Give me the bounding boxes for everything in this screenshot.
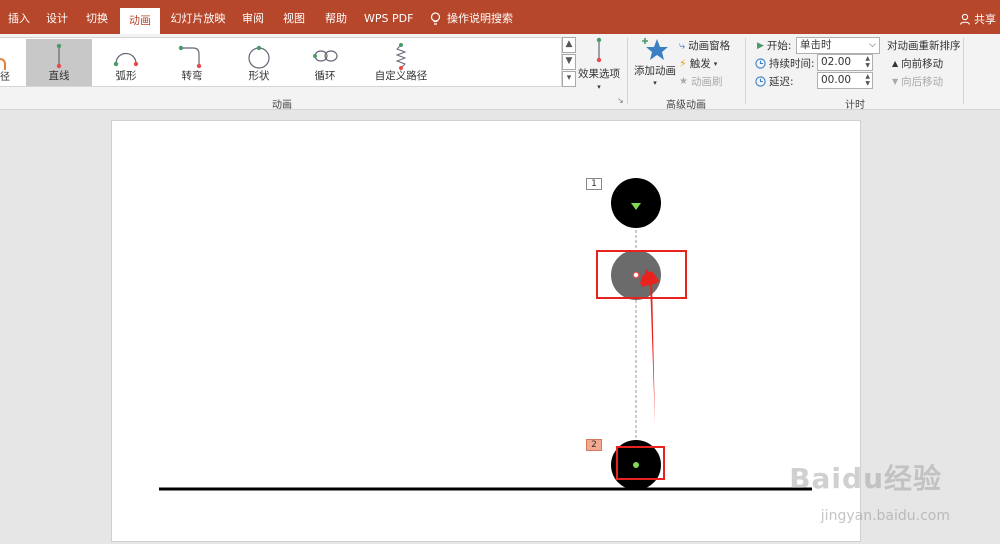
move-later-button[interactable]: ▼ 向后移动 xyxy=(892,74,943,89)
start-value: 单击时 xyxy=(800,39,832,51)
delay-label-wrap: 延迟: xyxy=(755,74,794,89)
animation-group-label: 动画 xyxy=(272,100,292,111)
add-animation-star-icon xyxy=(642,38,668,60)
reorder-title-label: 对动画重新排序 xyxy=(887,40,961,52)
animation-pane-button[interactable]: ⤷ 动画窗格 xyxy=(679,38,730,53)
tab-animations[interactable]: 动画 xyxy=(120,8,160,34)
watermark-url: jingyan.baidu.com xyxy=(820,508,950,524)
delay-label: 延迟: xyxy=(769,76,794,88)
partial-gallery-item-label: 径 xyxy=(0,72,10,83)
triangle-up-icon: ▲ xyxy=(892,59,899,68)
tab-wps-pdf[interactable]: WPS PDF xyxy=(364,9,413,29)
person-icon xyxy=(959,13,971,25)
tab-view[interactable]: 视图 xyxy=(281,9,307,29)
slide-canvas[interactable]: 1 2 xyxy=(111,120,861,542)
lightbulb-icon xyxy=(430,12,441,25)
play-icon: ▶ xyxy=(757,40,764,51)
animation-painter-button[interactable]: ★ 动画刷 xyxy=(679,74,722,89)
duration-label: 持续时间: xyxy=(769,58,815,70)
group-separator xyxy=(745,38,746,104)
duration-spinner[interactable]: ▲ ▼ xyxy=(865,55,870,69)
move-earlier-button[interactable]: ▲ 向前移动 xyxy=(892,56,943,71)
gallery-item-label: 弧形 xyxy=(115,70,137,82)
gallery-item-label: 自定义路径 xyxy=(374,70,428,82)
trigger-button[interactable]: ⚡ 触发 ▾ xyxy=(679,56,717,71)
duration-input[interactable]: 02.00 ▲ ▼ xyxy=(817,54,873,71)
start-label: 开始: xyxy=(766,40,792,52)
lightning-icon: ⚡ xyxy=(679,57,687,70)
delay-input[interactable]: 00.00 ▲ ▼ xyxy=(817,72,873,89)
animation-painter-label: 动画刷 xyxy=(690,76,723,88)
gallery-expand-button[interactable]: ▾ xyxy=(562,71,576,87)
tab-help[interactable]: 帮助 xyxy=(323,9,349,29)
add-animation-label: 添加动画 xyxy=(634,65,676,77)
gallery-item-arc[interactable]: 弧形 xyxy=(93,39,159,86)
chevron-down-icon: ▾ xyxy=(597,83,601,91)
motion-path-gallery: 径 直线 弧形 转弯 形状 循环 自定义路径 xyxy=(0,37,562,87)
painter-icon: ★ xyxy=(679,76,688,87)
effect-options-label: 效果选项 xyxy=(578,68,620,80)
clock-icon xyxy=(755,58,766,69)
gallery-item-line[interactable]: 直线 xyxy=(26,39,92,86)
triangle-down-icon: ▼ xyxy=(892,77,899,86)
tell-me-label: 操作说明搜索 xyxy=(447,12,513,25)
gallery-item-label: 循环 xyxy=(314,70,336,82)
tab-insert[interactable]: 插入 xyxy=(6,9,32,29)
chevron-down-icon: ▾ xyxy=(713,59,718,68)
ribbon: 径 直线 弧形 转弯 形状 循环 自定义路径 ▲ ▼ ▾ 效果选项 ▾ 动画 ↘… xyxy=(0,34,1000,111)
turn-path-icon xyxy=(178,45,202,69)
gallery-item-custom-path[interactable]: 自定义路径 xyxy=(362,39,440,86)
chevron-down-icon: ▾ xyxy=(653,79,657,87)
gallery-scroll-up-button[interactable]: ▲ xyxy=(562,37,576,53)
trigger-label: 触发 xyxy=(689,58,711,70)
clock-icon xyxy=(755,76,766,87)
effect-options-button[interactable]: 效果选项 ▾ xyxy=(578,36,620,92)
add-animation-button[interactable]: 添加动画 ▾ xyxy=(634,36,676,92)
duration-label-wrap: 持续时间: xyxy=(755,56,815,71)
animation-tag-1[interactable]: 1 xyxy=(586,178,602,190)
loop-path-icon xyxy=(313,50,338,62)
watermark-brand: Baidu经验 xyxy=(789,462,942,495)
ribbon-tab-bar: 插入 设计 切换 动画 幻灯片放映 审阅 视图 帮助 WPS PDF 操作说明搜… xyxy=(0,0,1000,34)
gallery-scroll-down-button[interactable]: ▼ xyxy=(562,54,576,70)
gallery-item-loop[interactable]: 循环 xyxy=(292,39,358,86)
tell-me-search[interactable]: 操作说明搜索 xyxy=(430,9,530,29)
move-later-label: 向后移动 xyxy=(901,76,944,88)
line-path-icon xyxy=(56,43,62,69)
duration-value: 02.00 xyxy=(821,56,852,68)
start-label-wrap: ▶ 开始: xyxy=(757,38,791,53)
delay-spinner[interactable]: ▲ ▼ xyxy=(865,73,870,87)
highlight-box-end-position xyxy=(596,250,687,299)
group-separator xyxy=(627,38,628,104)
start-dropdown[interactable]: 单击时 ⌵ xyxy=(796,37,880,54)
animation-pane-icon: ⤷ xyxy=(679,38,686,52)
tab-transitions[interactable]: 切换 xyxy=(84,9,110,29)
highlight-box-start-marker xyxy=(616,446,665,480)
gallery-item-label: 直线 xyxy=(48,70,70,82)
slide-drawing xyxy=(159,178,812,491)
animation-tag-2[interactable]: 2 xyxy=(586,439,602,451)
move-earlier-label: 向前移动 xyxy=(901,58,944,70)
effect-options-icon xyxy=(596,37,602,63)
gallery-scroller: ▲ ▼ ▾ xyxy=(562,37,576,87)
tab-review[interactable]: 审阅 xyxy=(240,9,266,29)
dialog-launcher-icon[interactable]: ↘ xyxy=(617,96,624,105)
gallery-item-label: 转弯 xyxy=(181,70,203,82)
gallery-item-turn[interactable]: 转弯 xyxy=(159,39,225,86)
reorder-title: 对动画重新排序 xyxy=(887,38,961,53)
tab-design[interactable]: 设计 xyxy=(44,9,70,29)
group-separator xyxy=(963,38,964,104)
chevron-down-icon: ⌵ xyxy=(869,40,876,50)
animation-pane-label: 动画窗格 xyxy=(688,40,731,52)
tab-slideshow[interactable]: 幻灯片放映 xyxy=(170,9,226,29)
timing-group-label: 计时 xyxy=(845,100,865,111)
gallery-item-label: 形状 xyxy=(248,70,270,82)
delay-value: 00.00 xyxy=(821,74,852,86)
share-button[interactable]: 共享 xyxy=(959,11,996,27)
arc-path-icon xyxy=(113,52,139,67)
gallery-item-shape[interactable]: 形状 xyxy=(226,39,292,86)
advanced-animation-group-label: 高级动画 xyxy=(666,100,706,111)
share-label: 共享 xyxy=(974,13,996,26)
